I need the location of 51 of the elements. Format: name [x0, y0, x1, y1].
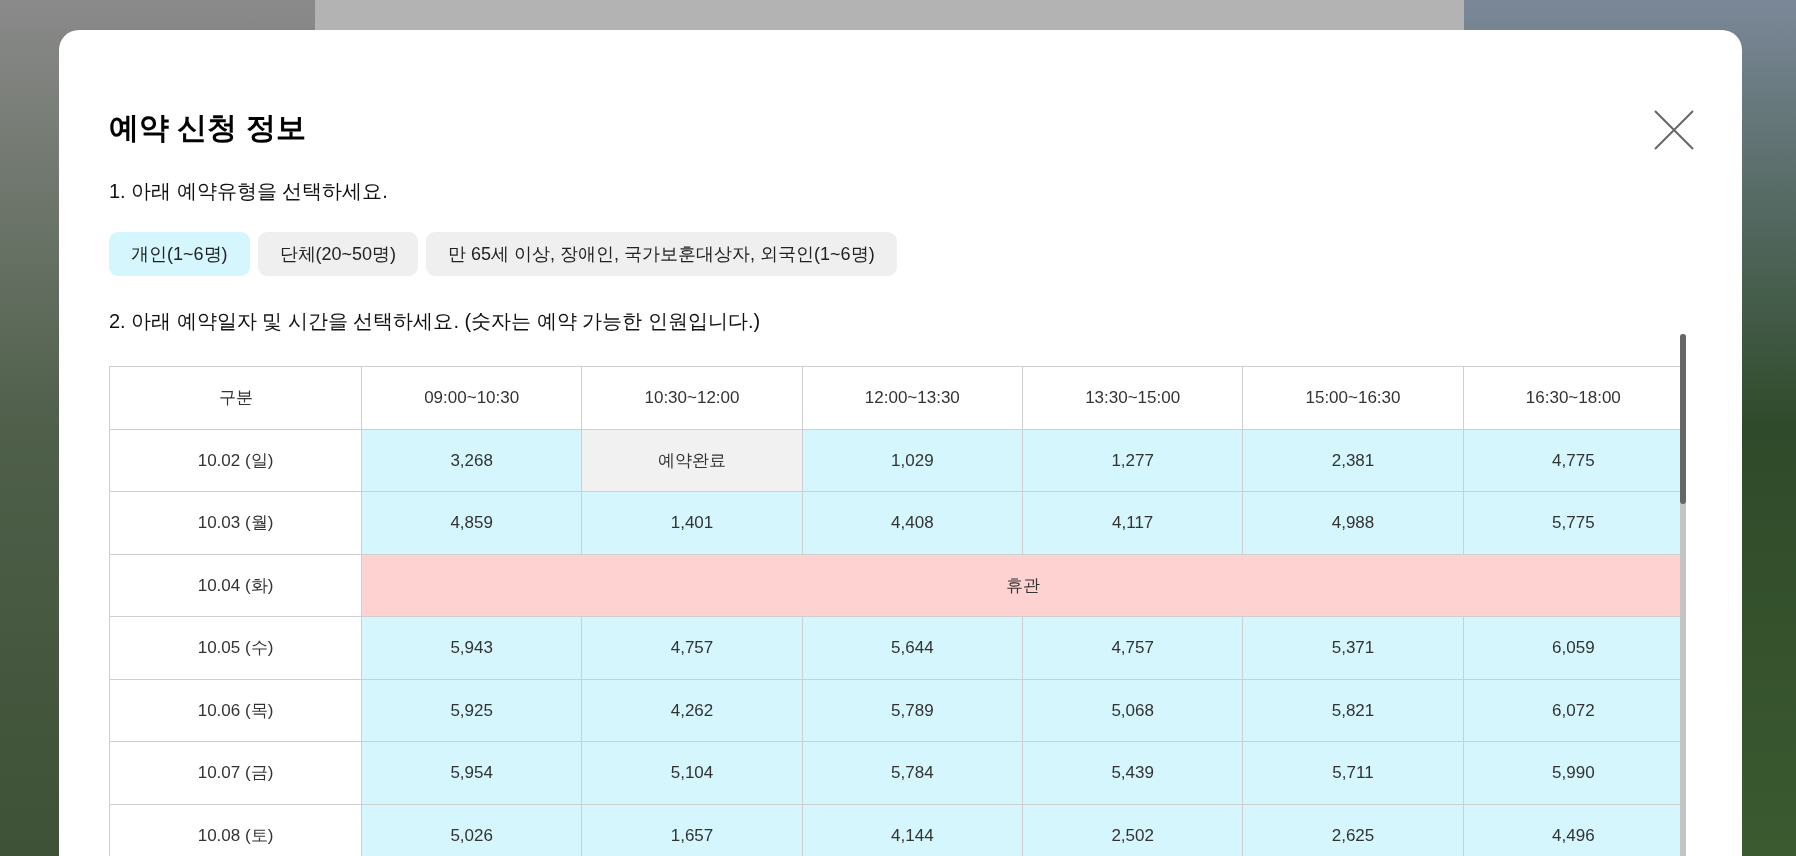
date-cell: 10.07 (금) [110, 742, 362, 805]
available-slot-cell[interactable]: 4,408 [802, 492, 1023, 555]
available-slot-cell[interactable]: 4,262 [582, 679, 803, 742]
available-slot-cell[interactable]: 5,644 [802, 617, 1023, 680]
available-slot-cell[interactable]: 5,068 [1023, 679, 1244, 742]
column-header: 13:30~15:00 [1023, 367, 1244, 430]
scrollbar[interactable] [1680, 334, 1686, 856]
available-slot-cell[interactable]: 1,277 [1023, 429, 1244, 492]
close-button[interactable] [1654, 110, 1694, 150]
available-slot-cell[interactable]: 1,401 [582, 492, 803, 555]
date-cell: 10.04 (화) [110, 554, 362, 617]
available-slot-cell[interactable]: 5,954 [362, 742, 583, 805]
available-slot-cell[interactable]: 2,502 [1023, 804, 1244, 856]
column-header: 구분 [110, 367, 362, 430]
available-slot-cell[interactable]: 4,144 [802, 804, 1023, 856]
available-slot-cell[interactable]: 5,711 [1243, 742, 1464, 805]
step-instruction: 1. 아래 예약유형을 선택하세요. [109, 179, 389, 204]
reservation-type-tab[interactable]: 단체(20~50명) [257, 232, 419, 276]
date-cell: 10.05 (수) [110, 617, 362, 680]
column-header: 12:00~13:30 [802, 367, 1023, 430]
date-cell: 10.02 (일) [110, 429, 362, 492]
available-slot-cell[interactable]: 5,371 [1243, 617, 1464, 680]
date-cell: 10.03 (월) [110, 492, 362, 555]
available-slot-cell[interactable]: 5,943 [362, 617, 583, 680]
available-slot-cell[interactable]: 4,757 [582, 617, 803, 680]
available-slot-cell[interactable]: 4,117 [1023, 492, 1244, 555]
step-instruction: 2. 아래 예약일자 및 시간을 선택하세요. (숫자는 예약 가능한 인원입니다.) [109, 309, 762, 334]
available-slot-cell[interactable]: 3,268 [362, 429, 583, 492]
available-slot-cell[interactable]: 5,104 [582, 742, 803, 805]
available-slot-cell[interactable]: 1,657 [582, 804, 803, 856]
reservation-type-tab[interactable]: 개인(1~6명) [109, 232, 250, 276]
date-cell: 10.06 (목) [110, 679, 362, 742]
modal-title: 예약 신청 정보 [109, 113, 306, 143]
available-slot-cell[interactable]: 4,859 [362, 492, 583, 555]
available-slot-cell[interactable]: 5,789 [802, 679, 1023, 742]
available-slot-cell[interactable]: 2,381 [1243, 429, 1464, 492]
column-header: 09:00~10:30 [362, 367, 583, 430]
available-slot-cell[interactable]: 5,026 [362, 804, 583, 856]
available-slot-cell[interactable]: 5,925 [362, 679, 583, 742]
booked-slot-cell: 예약완료 [582, 429, 803, 492]
column-header: 10:30~12:00 [582, 367, 803, 430]
available-slot-cell[interactable]: 2,625 [1243, 804, 1464, 856]
available-slot-cell[interactable]: 4,757 [1023, 617, 1244, 680]
available-slot-cell[interactable]: 5,439 [1023, 742, 1244, 805]
close-icon [1654, 110, 1694, 150]
available-slot-cell[interactable]: 5,821 [1243, 679, 1464, 742]
available-slot-cell[interactable]: 1,029 [802, 429, 1023, 492]
available-slot-cell[interactable]: 4,988 [1243, 492, 1464, 555]
column-header: 15:00~16:30 [1243, 367, 1464, 430]
available-slot-cell[interactable]: 5,784 [802, 742, 1023, 805]
reservation-type-tab[interactable]: 만 65세 이상, 장애인, 국가보훈대상자, 외국인(1~6명) [426, 232, 897, 276]
